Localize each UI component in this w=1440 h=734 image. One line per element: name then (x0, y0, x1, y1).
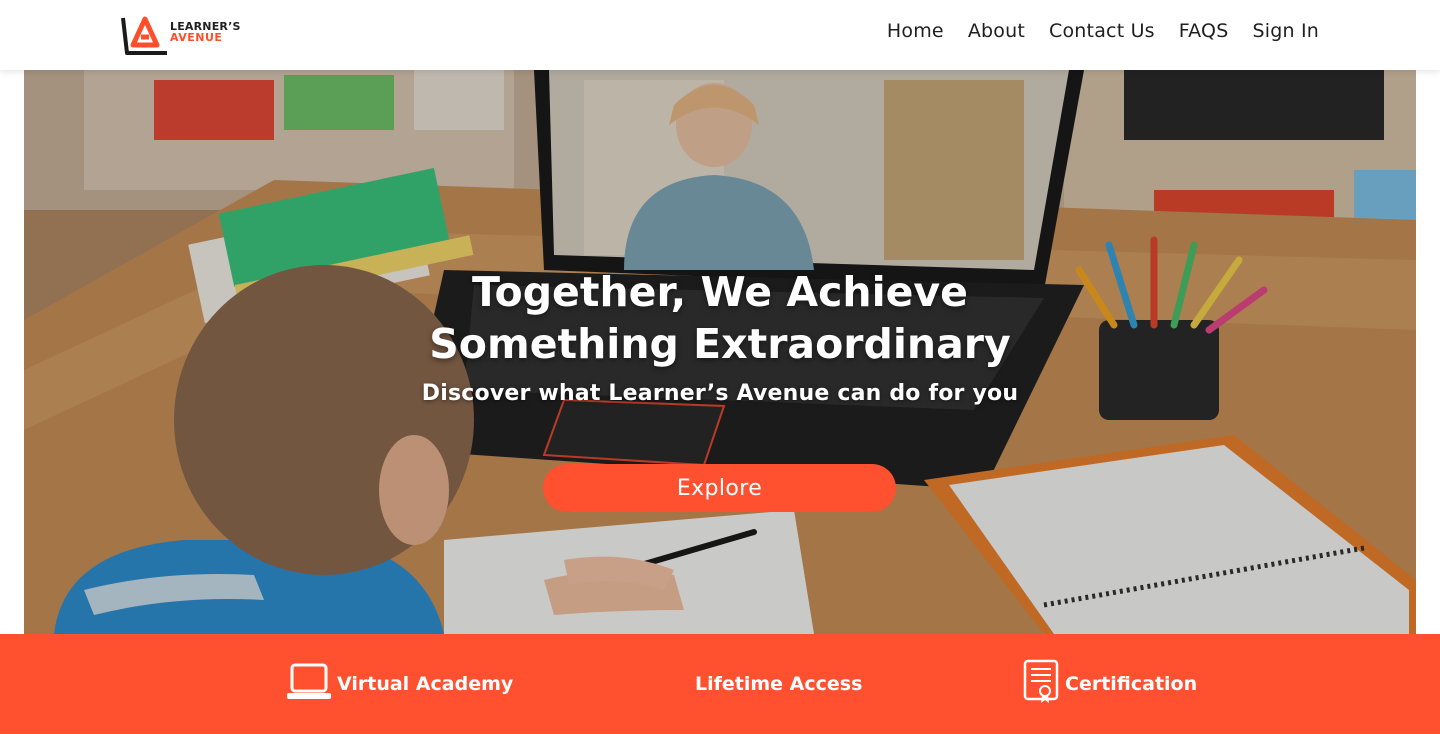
la-monogram-logo-icon (121, 16, 167, 55)
main-nav: Home About Contact Us FAQS Sign In (887, 20, 1319, 42)
nav-home-link[interactable]: Home (887, 20, 944, 42)
nav-contact-link[interactable]: Contact Us (1049, 20, 1155, 42)
feature-lifetime-access: Lifetime Access (695, 634, 862, 734)
brand-line2: AVENUE (170, 31, 223, 44)
feature-lifetime-access-label: Lifetime Access (695, 673, 863, 695)
brand-logo[interactable]: LEARNER’S AVENUE (121, 15, 261, 57)
features-bar: Virtual Academy Lifetime Access Certific… (0, 634, 1440, 734)
feature-certification-label: Certification (1065, 673, 1198, 695)
hero-subtitle: Discover what Learner’s Avenue can do fo… (421, 381, 1019, 406)
feature-virtual-academy: Virtual Academy (287, 634, 513, 734)
hero-banner: Together, We Achieve Something Extraordi… (24, 70, 1416, 634)
nav-faqs-link[interactable]: FAQS (1179, 20, 1229, 42)
hero-title: Together, We Achieve Something Extraordi… (24, 266, 1416, 370)
site-header: LEARNER’S AVENUE Home About Contact Us F… (0, 0, 1440, 70)
hero-title-line1: Together, We Achieve (472, 268, 968, 316)
brand-wordmark: LEARNER’S AVENUE (170, 21, 241, 43)
nav-about-link[interactable]: About (968, 20, 1025, 42)
nav-signin-link[interactable]: Sign In (1252, 20, 1319, 42)
hero-title-line2: Something Extraordinary (429, 320, 1011, 368)
explore-button[interactable]: Explore (543, 464, 896, 512)
laptop-icon (287, 662, 331, 707)
feature-certification: Certification (1023, 634, 1197, 734)
feature-virtual-academy-label: Virtual Academy (337, 673, 514, 695)
certificate-icon (1023, 659, 1059, 710)
